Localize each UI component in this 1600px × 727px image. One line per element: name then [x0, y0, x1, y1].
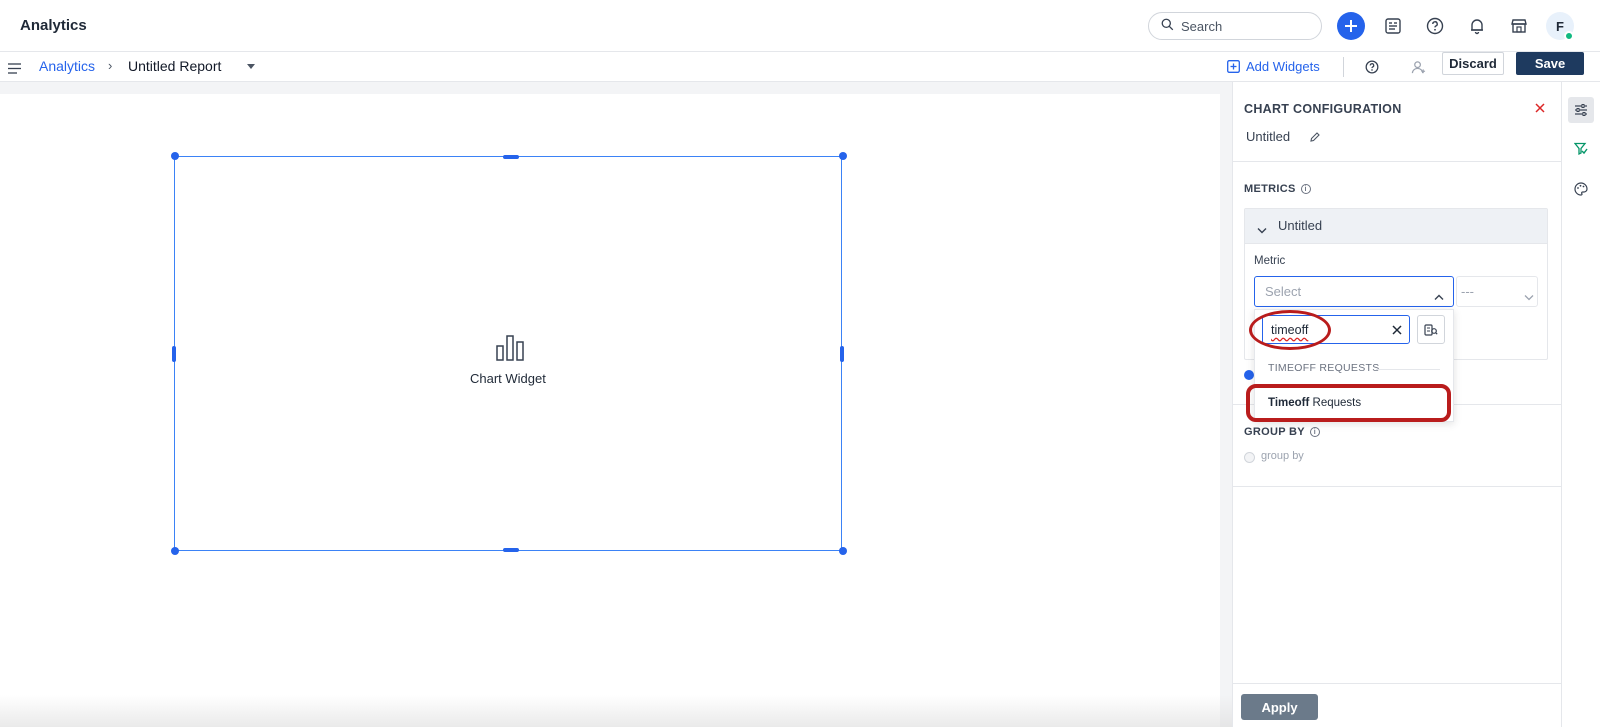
resize-handle-top-right[interactable] [839, 152, 847, 160]
close-icon [1535, 103, 1545, 113]
panel-title: CHART CONFIGURATION [1244, 102, 1402, 116]
resize-handle-right[interactable] [840, 346, 844, 362]
resize-handle-left[interactable] [172, 346, 176, 362]
search-placeholder: Search [1181, 18, 1223, 34]
save-button[interactable]: Save [1516, 52, 1584, 75]
annotation-ellipse [1249, 310, 1331, 350]
metric-select[interactable]: Select [1254, 276, 1454, 307]
palette-icon [1574, 182, 1588, 196]
add-widgets-label: Add Widgets [1246, 58, 1320, 74]
user-share-icon [1411, 60, 1425, 73]
chevron-down-icon[interactable] [1257, 221, 1267, 239]
panel-footer-divider [1232, 683, 1561, 684]
chart-name: Untitled [1246, 129, 1291, 144]
resize-handle-bottom[interactable] [503, 548, 519, 552]
canvas-bottom-shade [0, 695, 1232, 727]
dropdown-group-header: TIMEOFF REQUESTS [1268, 362, 1380, 374]
metrics-section-label: METRICS i [1244, 183, 1311, 195]
report-toolbar: Analytics › Untitled Report Add Widgets … [0, 52, 1600, 82]
help-icon [1426, 17, 1444, 35]
metric-card-title: Untitled [1278, 218, 1323, 233]
breadcrumb-analytics-link[interactable]: Analytics [39, 58, 95, 74]
resize-handle-top[interactable] [503, 155, 519, 159]
chevron-down-icon[interactable] [1524, 288, 1534, 306]
filter-options-button[interactable] [1417, 315, 1445, 344]
bell-icon [1471, 19, 1483, 35]
add-box-icon [1227, 59, 1240, 73]
discard-button[interactable]: Discard [1442, 52, 1504, 75]
breadcrumb-separator: › [108, 58, 113, 73]
resize-handle-top-left[interactable] [171, 152, 179, 160]
group-by-radio[interactable] [1244, 452, 1255, 463]
add-metric-icon[interactable] [1244, 370, 1254, 380]
clear-search-icon[interactable] [1392, 322, 1402, 340]
top-bar: Analytics Search F [0, 0, 1600, 52]
report-icon [1385, 18, 1401, 34]
rail-filter-button[interactable] [1568, 136, 1594, 162]
store-icon [1511, 19, 1527, 33]
toolbar-help-button[interactable] [1362, 57, 1382, 77]
help-button[interactable] [1421, 12, 1449, 40]
annotation-highlight-box [1246, 384, 1451, 422]
sliders-icon [1575, 104, 1587, 116]
group-by-placeholder: group by [1261, 450, 1304, 462]
app-title: Analytics [20, 17, 87, 34]
filter-icon [1424, 323, 1438, 336]
resize-handle-bottom-right[interactable] [839, 547, 847, 555]
info-icon[interactable]: i [1300, 184, 1311, 194]
apply-button[interactable]: Apply [1241, 694, 1318, 720]
info-icon[interactable]: i [1309, 427, 1320, 437]
aggregation-value: --- [1461, 284, 1474, 299]
chart-widget-label: Chart Widget [470, 371, 546, 386]
report-button[interactable] [1379, 12, 1407, 40]
store-button[interactable] [1505, 12, 1533, 40]
bar-chart-icon [496, 333, 526, 366]
metric-select-placeholder: Select [1265, 284, 1302, 299]
group-by-label: GROUP BY [1244, 426, 1305, 438]
notifications-button[interactable] [1463, 12, 1491, 40]
search-input[interactable]: Search [1148, 12, 1322, 40]
toolbar-divider [1343, 57, 1344, 77]
panel-divider [1232, 486, 1561, 487]
resize-handle-bottom-left[interactable] [171, 547, 179, 555]
report-title-caret-icon[interactable] [247, 64, 255, 69]
chevron-up-icon[interactable] [1434, 288, 1444, 306]
filter-check-icon [1574, 142, 1588, 156]
share-user-button[interactable] [1408, 57, 1428, 77]
panel-divider [1232, 161, 1561, 162]
search-icon [1161, 18, 1174, 34]
help-icon [1365, 60, 1379, 74]
dropdown-group-divider [1376, 369, 1440, 370]
metrics-label: METRICS [1244, 183, 1296, 195]
plus-icon [1345, 20, 1357, 32]
close-panel-button[interactable] [1532, 100, 1548, 116]
edit-icon[interactable] [1309, 130, 1321, 148]
rail-style-button[interactable] [1568, 176, 1594, 202]
group-by-section-label: GROUP BY i [1244, 426, 1320, 438]
status-online-indicator [1564, 31, 1574, 41]
metric-field-label: Metric [1254, 255, 1286, 267]
report-title[interactable]: Untitled Report [128, 58, 221, 74]
rail-config-button[interactable] [1568, 97, 1594, 123]
menu-icon[interactable] [8, 61, 21, 79]
create-button[interactable] [1337, 12, 1365, 40]
add-widgets-button[interactable]: Add Widgets [1227, 54, 1320, 78]
